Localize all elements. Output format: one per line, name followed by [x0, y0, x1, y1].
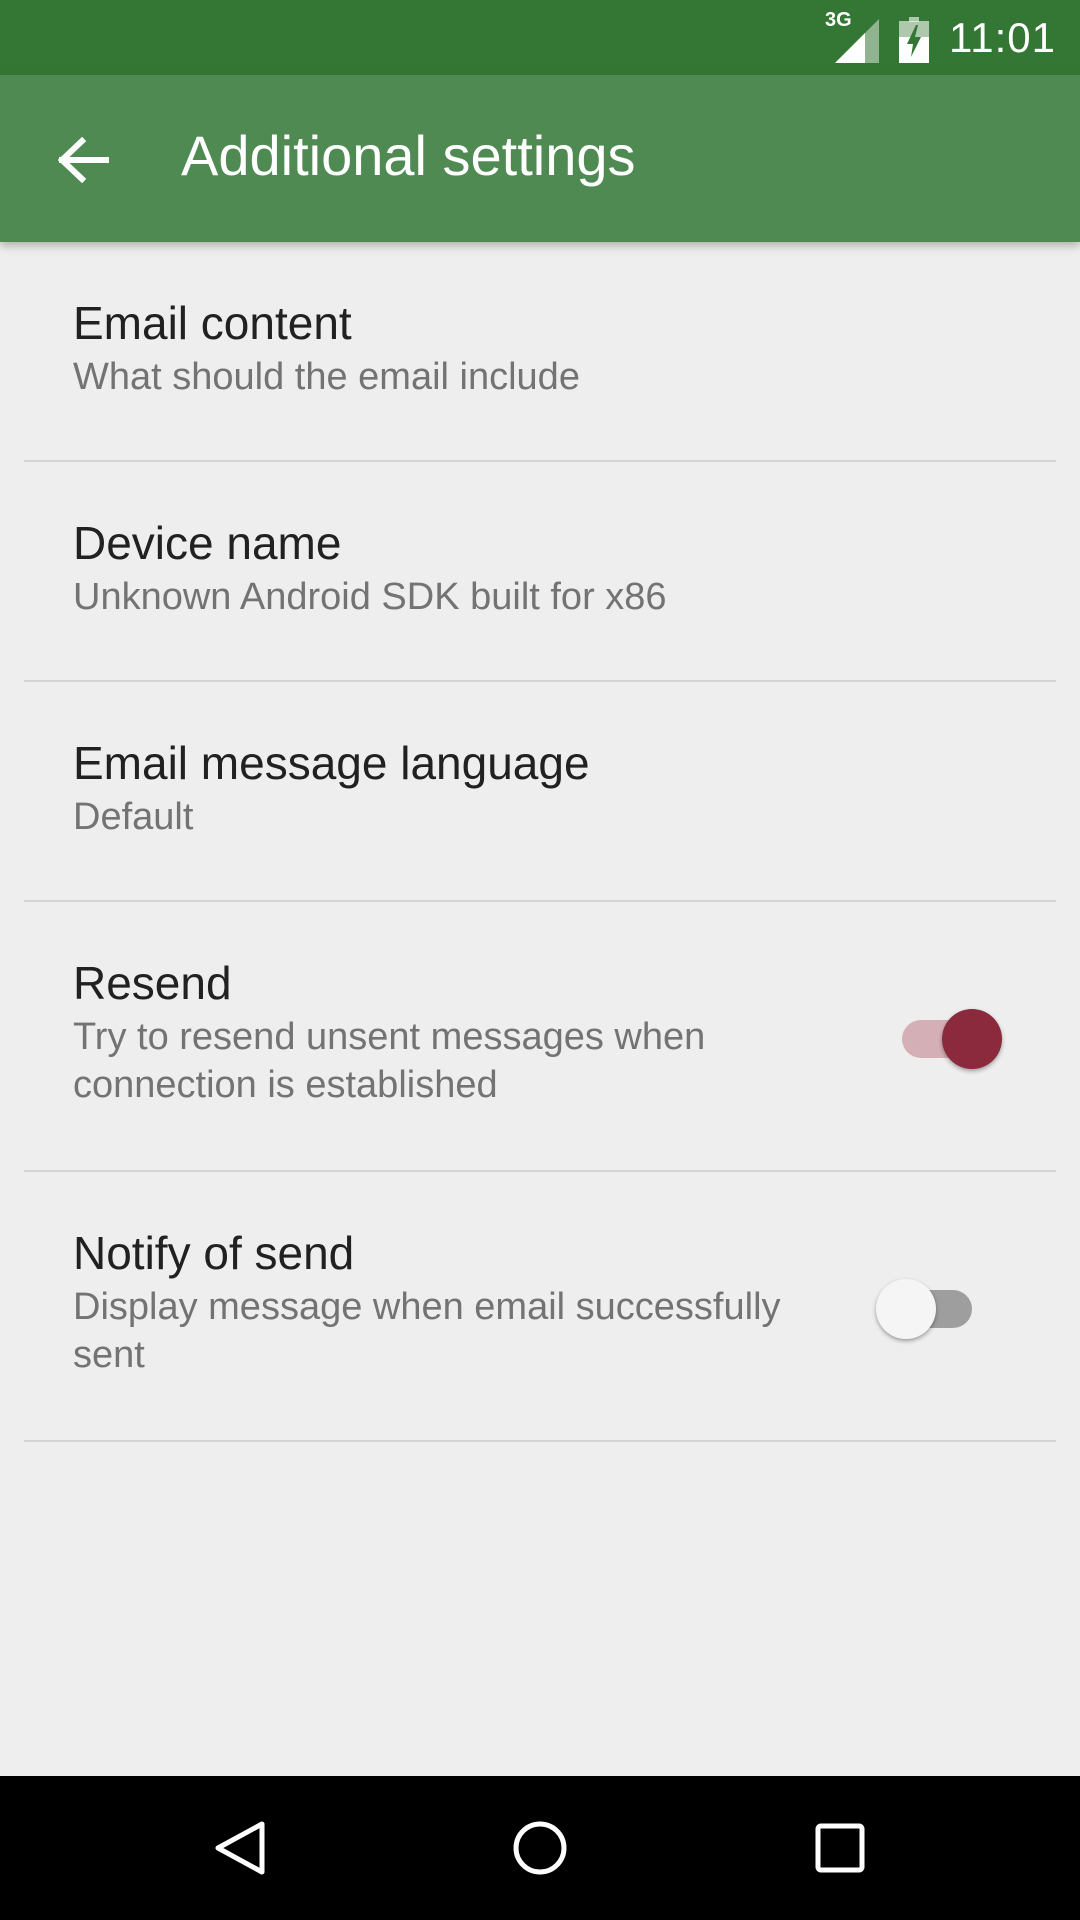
- resend-toggle[interactable]: [894, 1004, 1002, 1069]
- setting-summary: What should the email include: [73, 356, 580, 398]
- setting-email-message-language[interactable]: Email message language Default: [0, 682, 1080, 902]
- screen: 3G 11:01 Additional settings Email conte…: [0, 0, 1080, 1920]
- setting-title: Email message language: [73, 737, 590, 789]
- setting-title: Email content: [73, 297, 352, 349]
- setting-summary: Default: [73, 796, 194, 838]
- status-bar: 3G 11:01: [0, 0, 1080, 75]
- nav-home-icon: [513, 1821, 567, 1875]
- arrow-back-icon: [58, 137, 109, 183]
- setting-summary: Display message when email successfully …: [73, 1286, 781, 1376]
- switch-thumb: [942, 1009, 1002, 1069]
- nav-home-button[interactable]: [500, 1808, 580, 1888]
- clock: 11:01: [949, 13, 1056, 61]
- switch-thumb: [876, 1279, 936, 1339]
- app-bar: Additional settings: [0, 75, 1080, 242]
- nav-back-button[interactable]: [200, 1808, 280, 1888]
- setting-summary: Try to resend unsent messages when conne…: [73, 1016, 706, 1106]
- status-icons: 3G 11:01: [825, 0, 1056, 75]
- nav-back-icon: [215, 1821, 265, 1875]
- settings-list: Email content What should the email incl…: [0, 242, 1080, 1442]
- setting-email-content[interactable]: Email content What should the email incl…: [0, 242, 1080, 462]
- notify-of-send-toggle[interactable]: [876, 1274, 982, 1339]
- setting-notify-of-send[interactable]: Notify of send Display message when emai…: [0, 1172, 1080, 1442]
- setting-title: Device name: [73, 517, 342, 569]
- navigation-bar: [0, 1776, 1080, 1920]
- divider: [24, 1440, 1056, 1442]
- battery-charging-icon: [899, 16, 929, 63]
- signal-icon: 3G: [825, 9, 879, 63]
- setting-device-name[interactable]: Device name Unknown Android SDK built fo…: [0, 462, 1080, 682]
- network-type-label: 3G: [825, 8, 852, 31]
- nav-recents-button[interactable]: [800, 1808, 880, 1888]
- nav-recents-icon: [815, 1823, 865, 1873]
- page-title: Additional settings: [181, 124, 636, 187]
- setting-summary: Unknown Android SDK built for x86: [73, 576, 667, 618]
- setting-resend[interactable]: Resend Try to resend unsent messages whe…: [0, 902, 1080, 1172]
- back-button[interactable]: [36, 115, 132, 205]
